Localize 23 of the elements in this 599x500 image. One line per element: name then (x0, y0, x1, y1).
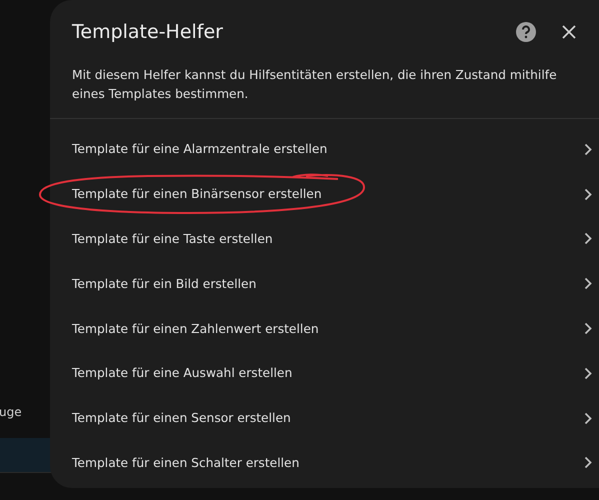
chevron-right-icon (584, 366, 592, 380)
list-item[interactable]: Template für einen Schalter erstellen (50, 440, 599, 486)
chevron-right-icon (584, 142, 592, 156)
list-item[interactable]: Template für eine Alarmzentrale erstellen (50, 127, 599, 172)
sidebar-label: uge (0, 405, 23, 419)
list-item[interactable]: Template für ein Bild erstellen (50, 261, 599, 306)
close-button[interactable] (562, 25, 576, 39)
chevron-right-icon (584, 322, 592, 336)
help-button[interactable] (516, 22, 536, 42)
chevron-right-icon (584, 277, 592, 290)
dialog-title: Template-Helfer (72, 21, 224, 43)
list-item[interactable]: Template für einen Zahlenwert erstellen (50, 306, 599, 351)
list-item[interactable]: Template für einen Binärsensor erstellen (50, 172, 599, 217)
chevron-right-icon (584, 188, 592, 201)
dialog-description: Mit diesem Helfer kannst du Hilfsentitäten erstellen, die ihren Zustand mithilfe eines Templates bestimmen. (72, 67, 558, 103)
list-item[interactable]: Template für einen Sensor erstellen (50, 396, 599, 441)
close-icon (562, 25, 576, 39)
list-item[interactable]: Template für eine Auswahl erstellen (50, 350, 599, 396)
chevron-right-icon (584, 232, 592, 246)
list-item[interactable]: Template für eine Taste erstellen (50, 216, 599, 262)
chevron-right-icon (584, 456, 592, 470)
chevron-right-icon (584, 412, 592, 425)
help-icon (516, 22, 536, 42)
